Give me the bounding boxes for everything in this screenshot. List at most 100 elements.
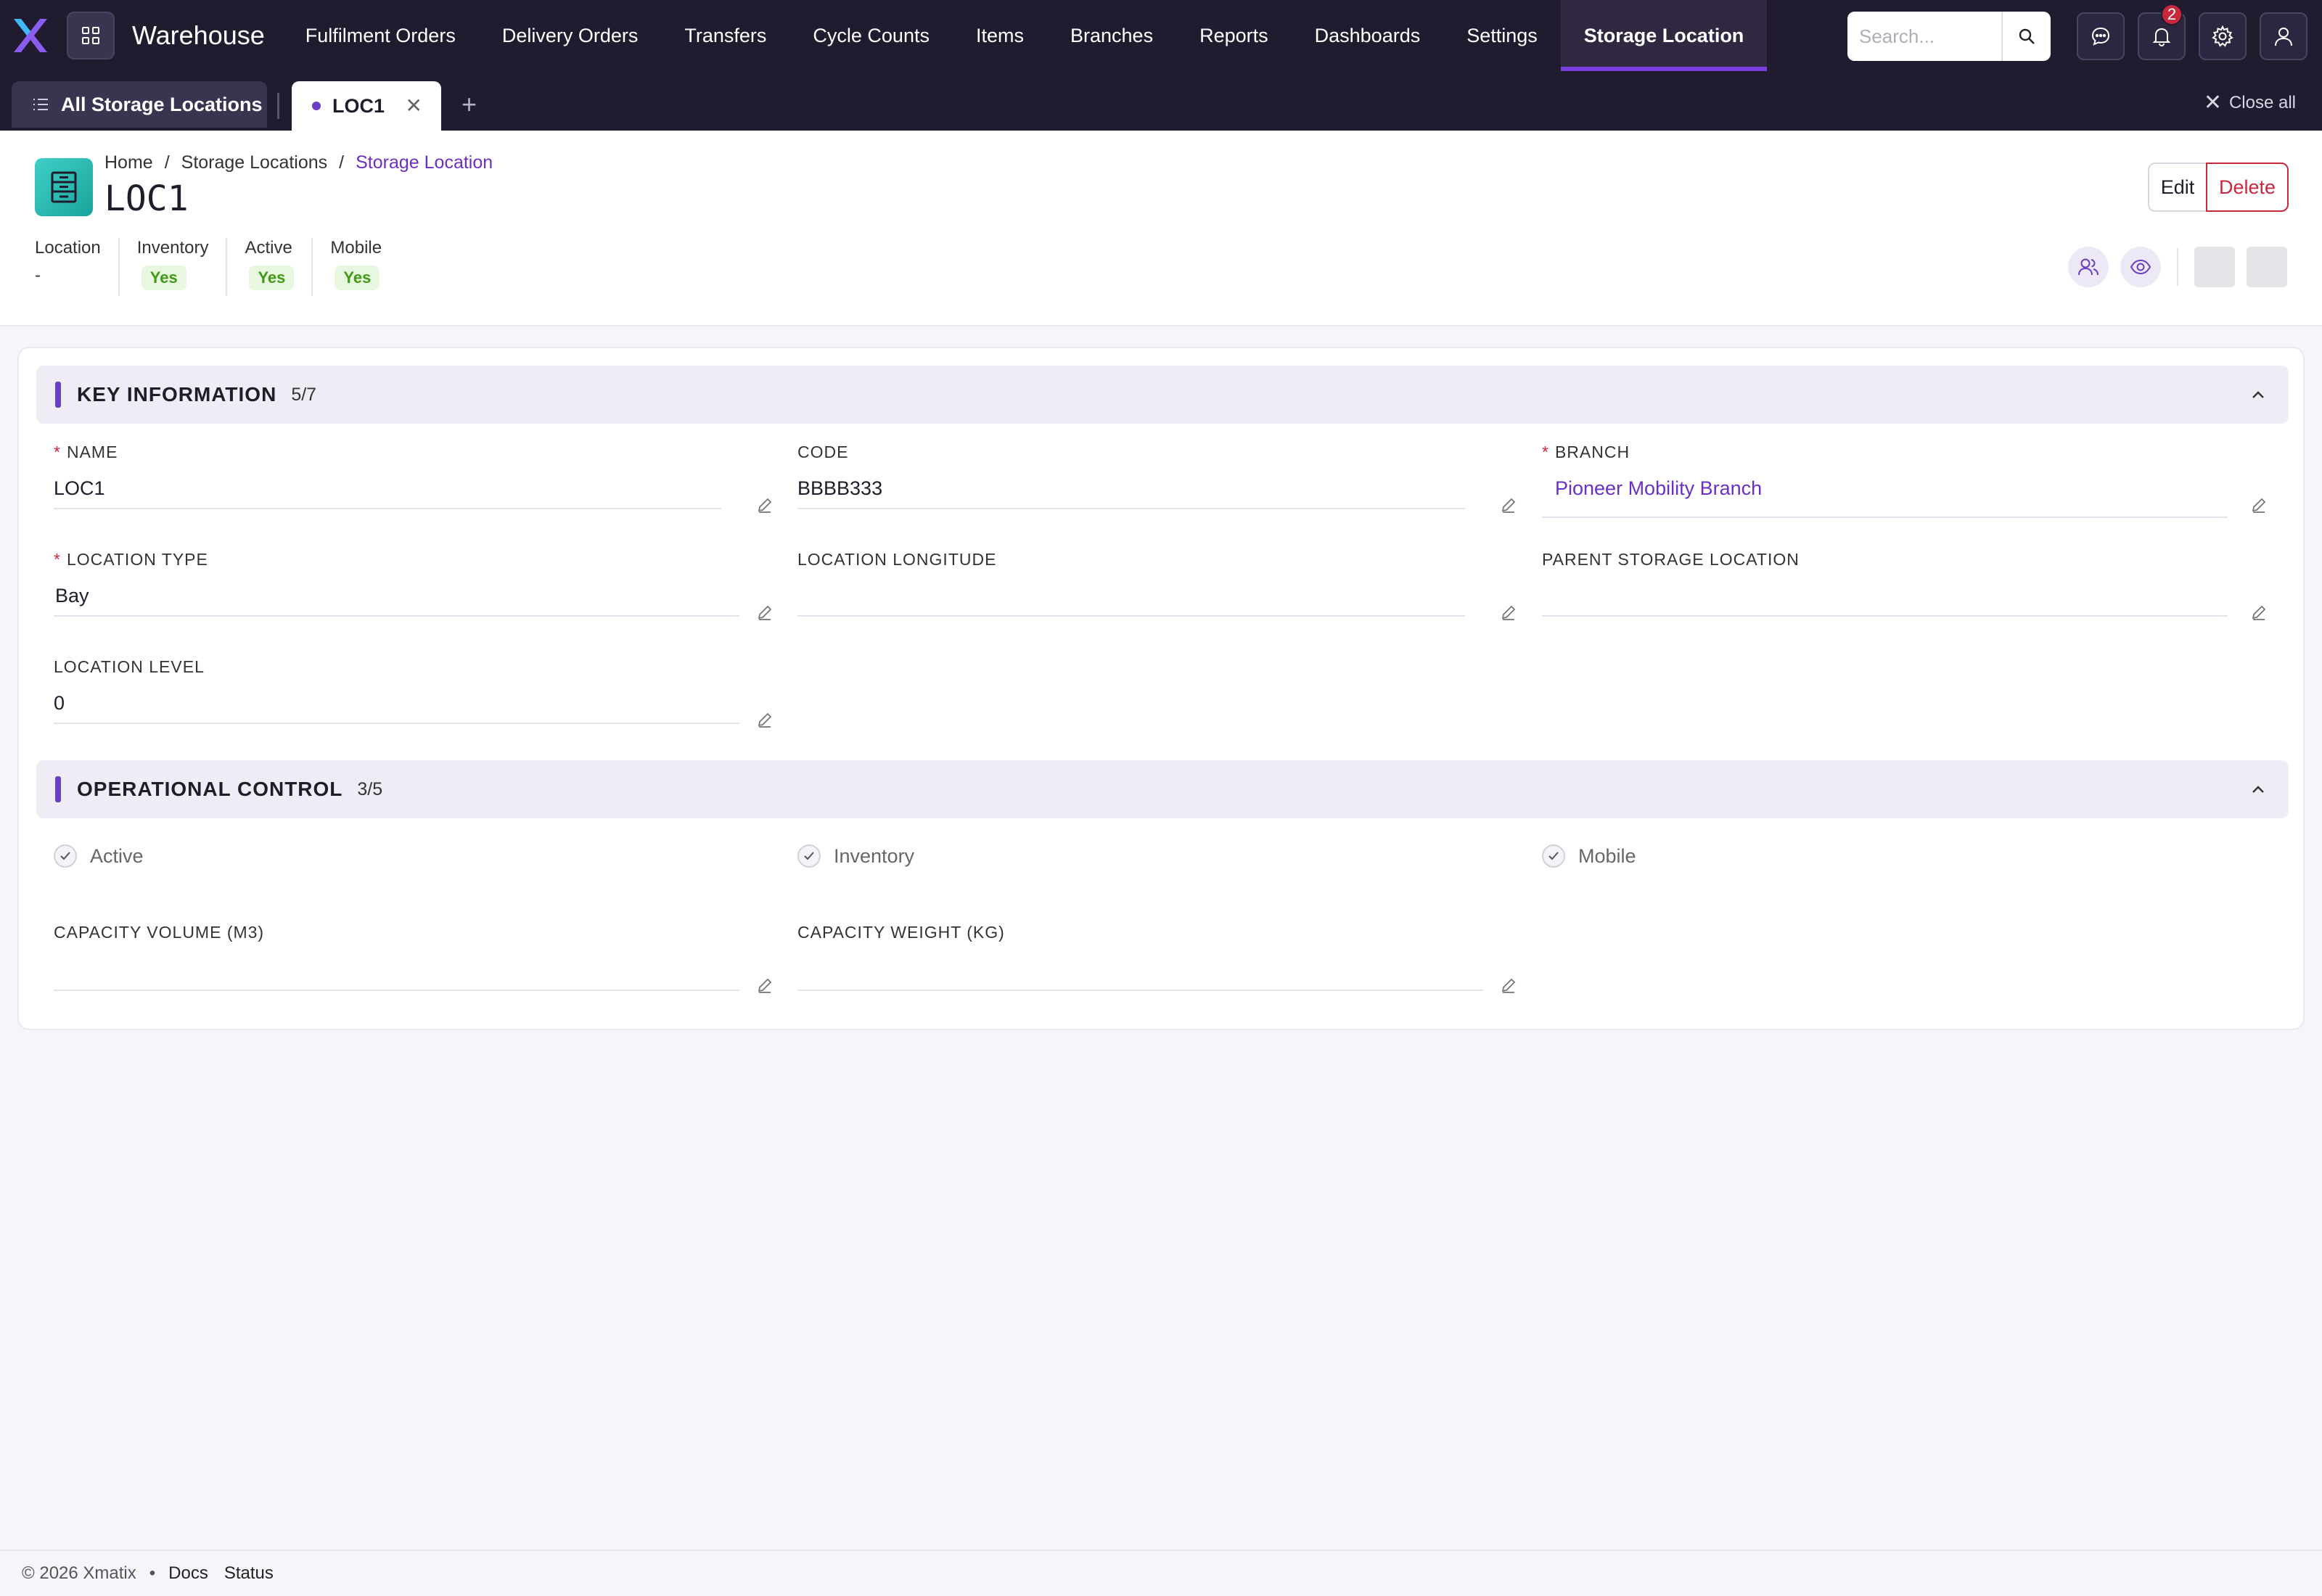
placeholder-button[interactable]	[2194, 247, 2235, 287]
status-badge: Yes	[249, 266, 295, 290]
required-marker: *	[1542, 443, 1549, 461]
placeholder-button[interactable]	[2247, 247, 2287, 287]
location-level-value[interactable]: 0	[54, 692, 65, 715]
section-accent-bar	[55, 382, 61, 408]
check-icon	[54, 844, 77, 868]
summary-active: Active Yes	[245, 238, 313, 296]
tab-active-dot	[312, 102, 321, 110]
footer-status-link[interactable]: Status	[224, 1563, 274, 1584]
plus-icon[interactable]: +	[461, 91, 477, 118]
branch-link[interactable]: Pioneer Mobility Branch	[1555, 477, 1762, 500]
section-count: 5/7	[291, 384, 317, 405]
list-icon	[33, 99, 48, 110]
record-summary: Location - Inventory Yes Active Yes Mobi…	[35, 238, 417, 296]
footer-docs-link[interactable]: Docs	[168, 1563, 208, 1584]
pencil-icon[interactable]	[1500, 604, 1517, 621]
summary-inventory: Inventory Yes	[137, 238, 228, 296]
section-operational-control-header[interactable]: OPERATIONAL CONTROL 3/5	[36, 760, 2289, 818]
footer: © 2026 Xmatix • Docs Status	[0, 1550, 2322, 1596]
nav-item-items[interactable]: Items	[953, 0, 1047, 71]
pencil-icon[interactable]	[756, 604, 774, 621]
breadcrumb-home[interactable]: Home	[104, 152, 153, 173]
tab-loc1[interactable]: LOC1 ✕	[292, 81, 441, 131]
field-underline	[54, 615, 739, 617]
breadcrumb-separator: /	[339, 152, 345, 173]
header-actions	[2056, 247, 2287, 287]
field-underline	[1542, 517, 2228, 518]
checkbox-label: Mobile	[1578, 844, 1636, 867]
gear-icon[interactable]	[2199, 12, 2247, 60]
close-all-button[interactable]: ✕ Close all	[2204, 90, 2296, 115]
followers-icon[interactable]	[2068, 247, 2109, 287]
field-underline	[797, 615, 1465, 617]
user-icon[interactable]	[2260, 12, 2307, 60]
summary-label: Location	[35, 238, 101, 258]
page-title: LOC1	[104, 178, 189, 219]
edit-button[interactable]: Edit	[2148, 163, 2207, 212]
nav-item-branches[interactable]: Branches	[1047, 0, 1176, 71]
field-location-longitude: LOCATION LONGITUDE	[797, 550, 1517, 630]
pencil-icon[interactable]	[1500, 976, 1517, 994]
name-value[interactable]: LOC1	[54, 477, 105, 500]
apps-grid-icon[interactable]	[67, 12, 115, 59]
nav-item-transfers[interactable]: Transfers	[661, 0, 789, 71]
section-title: OPERATIONAL CONTROL	[77, 778, 343, 800]
inventory-checkbox[interactable]: Inventory	[797, 844, 914, 868]
field-underline	[1542, 615, 2228, 617]
tab-all-label: All Storage Locations	[61, 93, 263, 115]
breadcrumb-storage-locations[interactable]: Storage Locations	[181, 152, 328, 173]
tab-divider	[277, 93, 279, 119]
top-right-tools: 2	[1847, 4, 2307, 61]
code-value[interactable]: BBBB333	[797, 477, 882, 500]
chevron-up-icon[interactable]	[2247, 383, 2270, 406]
pencil-icon[interactable]	[2250, 496, 2268, 514]
field-label: * BRANCH	[1542, 443, 2268, 462]
required-marker: *	[54, 550, 61, 569]
section-key-information-header[interactable]: KEY INFORMATION 5/7	[36, 366, 2289, 424]
location-type-value[interactable]: Bay	[55, 585, 89, 607]
top-nav-bar: Warehouse Fulfilment Orders Delivery Ord…	[0, 0, 2322, 71]
status-badge: Yes	[335, 266, 380, 290]
pencil-icon[interactable]	[1500, 496, 1517, 514]
field-underline	[54, 990, 739, 991]
close-icon: ✕	[2203, 91, 2222, 115]
nav-item-fulfilment-orders[interactable]: Fulfilment Orders	[282, 0, 479, 71]
field-underline	[54, 723, 739, 724]
tab-all-storage-locations[interactable]: All Storage Locations	[12, 81, 267, 128]
search-icon[interactable]	[2001, 12, 2051, 61]
field-location-type: * LOCATION TYPE Bay	[54, 550, 774, 630]
pencil-icon[interactable]	[756, 496, 774, 514]
bell-icon[interactable]: 2	[2138, 4, 2186, 60]
nav-item-cycle-counts[interactable]: Cycle Counts	[789, 0, 953, 71]
tab-loc1-label: LOC1	[332, 94, 385, 117]
search-input[interactable]	[1847, 12, 2001, 61]
footer-copyright: © 2026 Xmatix	[22, 1563, 136, 1583]
delete-button[interactable]: Delete	[2206, 163, 2289, 212]
nav-item-reports[interactable]: Reports	[1176, 0, 1292, 71]
mobile-checkbox[interactable]: Mobile	[1542, 844, 1636, 868]
app-title[interactable]: Warehouse	[132, 20, 265, 51]
eye-icon[interactable]	[2120, 247, 2161, 287]
pencil-icon[interactable]	[2250, 604, 2268, 621]
x-logo-icon[interactable]	[9, 14, 52, 57]
section-title: KEY INFORMATION	[77, 383, 277, 406]
active-checkbox[interactable]: Active	[54, 844, 144, 868]
chevron-up-icon[interactable]	[2247, 778, 2270, 801]
summary-mobile: Mobile Yes	[330, 238, 399, 296]
field-label: PARENT STORAGE LOCATION	[1542, 550, 1800, 569]
pencil-icon[interactable]	[756, 976, 774, 994]
field-label: * NAME	[54, 443, 774, 462]
close-icon[interactable]: ✕	[406, 96, 422, 116]
field-label: LOCATION LONGITUDE	[797, 550, 997, 569]
chat-icon[interactable]	[2077, 12, 2125, 60]
field-underline	[797, 990, 1483, 991]
tab-bar: All Storage Locations LOC1 ✕ + ✕ Close a…	[0, 71, 2322, 131]
nav-item-delivery-orders[interactable]: Delivery Orders	[479, 0, 662, 71]
nav-item-storage-location[interactable]: Storage Location	[1560, 0, 1768, 71]
nav-item-dashboards[interactable]: Dashboards	[1292, 0, 1444, 71]
nav-item-settings[interactable]: Settings	[1443, 0, 1561, 71]
search-box	[1847, 12, 2051, 61]
pencil-icon[interactable]	[756, 711, 774, 728]
footer-separator: •	[149, 1563, 156, 1583]
summary-label: Inventory	[136, 238, 209, 258]
